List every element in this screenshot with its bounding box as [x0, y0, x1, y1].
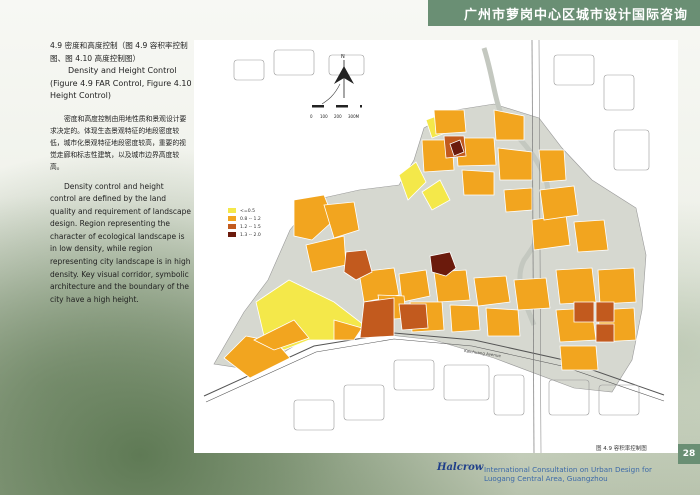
north-label: N [341, 54, 345, 60]
far-control-map: N 0 100 200 300M <=0.5 0.8 -- 1.2 1.2 --… [203, 39, 665, 454]
legend-label-high: 1.2 -- 1.5 [240, 224, 261, 230]
legend-swatch-top [228, 232, 236, 237]
section-heading-en: Density and Height Control (Figure 4.9 F… [50, 66, 192, 100]
footer-project-title: International Consultation on Urban Desi… [484, 465, 684, 483]
scale-label-0: 0 [310, 114, 313, 119]
legend-swatch-low [228, 208, 236, 213]
north-arrow-icon [321, 60, 354, 105]
legend-label-low: <=0.5 [240, 208, 255, 214]
map-caption: 图 4.9 容积率控制图 [596, 446, 647, 452]
map-legend: <=0.5 0.8 -- 1.2 1.2 -- 1.5 1.3 -- 2.0 [228, 208, 261, 238]
text-column: 4.9 密度和高度控制（图 4.9 容积率控制图、图 4.10 高度控制图） D… [50, 40, 192, 306]
body-text-cn: 密度和高度控制由用地性质和景观设计要求决定的。体现生态景观特征的地段密度较低，城… [50, 114, 187, 171]
legend-label-mid: 0.8 -- 1.2 [240, 216, 261, 222]
section-heading-cn: 4.9 密度和高度控制（图 4.9 容积率控制图、图 4.10 高度控制图） [50, 41, 188, 63]
scale-bar: 0 100 200 300M [310, 105, 362, 119]
footer-line-2: Luogang Central Area, Guangzhou [484, 474, 608, 483]
map-panel: N 0 100 200 300M <=0.5 0.8 -- 1.2 1.2 --… [194, 39, 678, 454]
footer-line-1: International Consultation on Urban Desi… [484, 465, 652, 474]
legend-swatch-mid [228, 216, 236, 221]
scale-label-200: 200 [334, 114, 342, 119]
legend-swatch-high [228, 224, 236, 229]
body-text-en: Density control and height control are d… [50, 181, 192, 304]
legend-label-top: 1.3 -- 2.0 [240, 232, 261, 238]
scale-label-100: 100 [320, 114, 328, 119]
header-bar: 广州市萝岗中心区城市设计国际咨询 [428, 0, 700, 26]
page-number: 28 [678, 444, 700, 464]
page-title: 广州市萝岗中心区城市设计国际咨询 [463, 8, 688, 23]
halcrow-logo: Halcrow [437, 462, 484, 473]
scale-label-300: 300M [348, 114, 360, 119]
